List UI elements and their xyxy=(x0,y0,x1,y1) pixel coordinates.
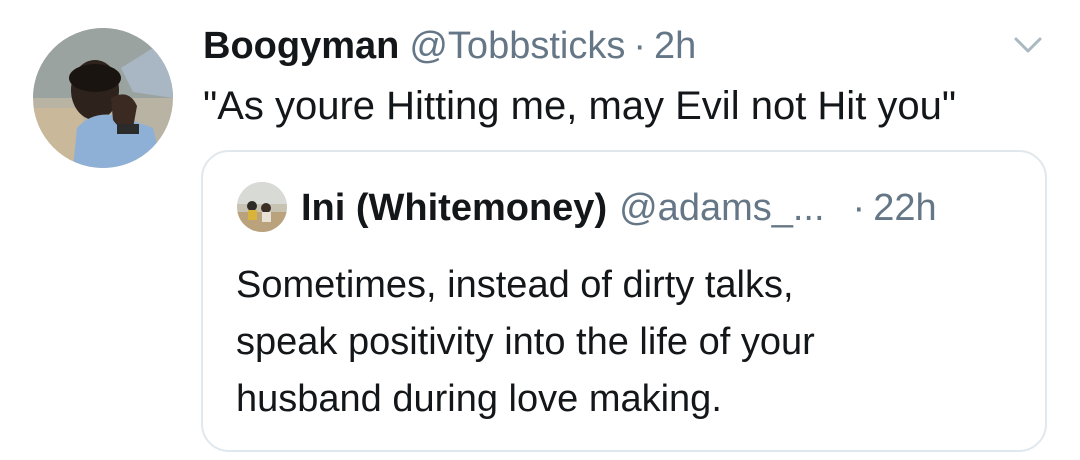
user-avatar-icon[interactable] xyxy=(33,28,173,168)
quoted-tweet-text: Sometimes, instead of dirty talks, speak… xyxy=(236,257,996,428)
quoted-user-avatar-icon[interactable] xyxy=(237,182,287,232)
user-handle[interactable]: @Tobbsticks xyxy=(409,24,625,68)
quoted-tweet-timestamp[interactable]: 22h xyxy=(873,186,936,230)
separator-dot: · xyxy=(852,187,866,229)
quoted-display-name[interactable]: Ini (Whitemoney) xyxy=(301,186,607,230)
quoted-text-line: husband during love making. xyxy=(236,378,722,420)
chevron-down-icon[interactable] xyxy=(1010,30,1046,60)
quoted-user-handle[interactable]: @adams_... xyxy=(619,186,824,230)
separator-dot: · xyxy=(633,25,646,67)
quoted-text-line: speak positivity into the life of your xyxy=(236,321,815,363)
tweet-text: "As youre Hitting me, may Evil not Hit y… xyxy=(203,84,957,128)
tweet[interactable]: Boogyman @Tobbsticks · 2h "As youre Hitt… xyxy=(0,0,1080,460)
tweet-timestamp[interactable]: 2h xyxy=(654,24,696,68)
quoted-tweet-card[interactable]: Ini (Whitemoney) @adams_... · 22h Someti… xyxy=(201,150,1047,452)
quoted-tweet-header: Ini (Whitemoney) @adams_... · 22h xyxy=(301,186,937,230)
tweet-header: Boogyman @Tobbsticks · 2h xyxy=(203,24,696,68)
display-name[interactable]: Boogyman xyxy=(203,24,399,68)
quoted-text-line: Sometimes, instead of dirty talks, xyxy=(236,264,794,306)
